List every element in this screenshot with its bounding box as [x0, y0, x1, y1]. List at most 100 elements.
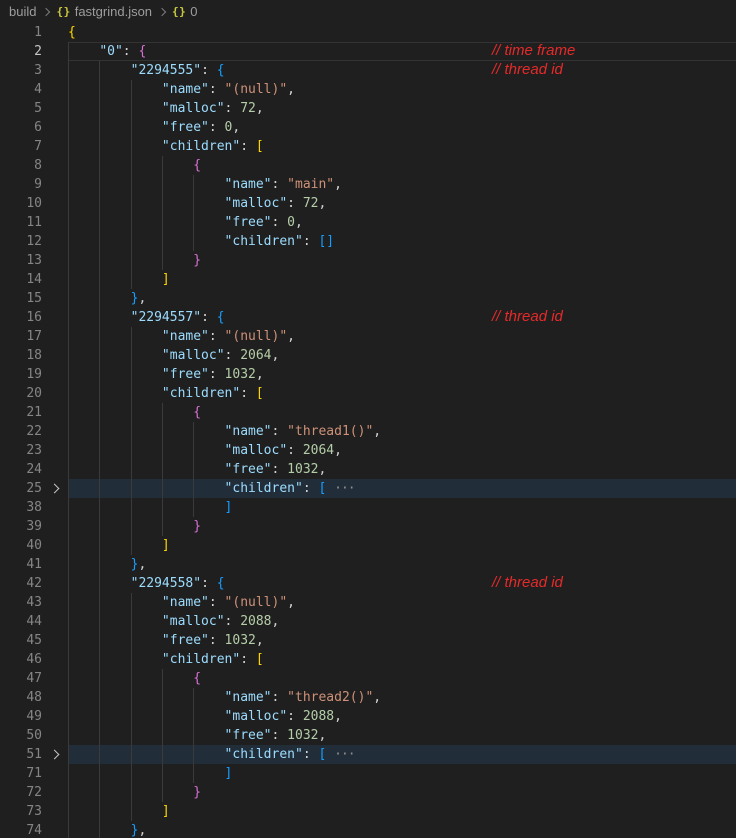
code-line[interactable]: 2 "0": {// time frame — [0, 42, 736, 61]
code-line[interactable]: 10 "malloc": 72, — [0, 194, 736, 213]
line-content[interactable]: "malloc": 2088, — [68, 612, 736, 631]
line-content[interactable]: "free": 0, — [68, 213, 736, 232]
line-content[interactable]: "free": 1032, — [68, 631, 736, 650]
line-number[interactable]: 23 — [0, 441, 42, 460]
line-content[interactable]: ] — [68, 498, 736, 517]
line-number[interactable]: 24 — [0, 460, 42, 479]
line-content[interactable]: "0": {// time frame — [68, 42, 736, 61]
code-line[interactable]: 15 }, — [0, 289, 736, 308]
line-content[interactable]: ] — [68, 764, 736, 783]
line-number[interactable]: 49 — [0, 707, 42, 726]
line-number[interactable]: 21 — [0, 403, 42, 422]
line-number[interactable]: 4 — [0, 80, 42, 99]
code-line[interactable]: 47 { — [0, 669, 736, 688]
line-number[interactable]: 11 — [0, 213, 42, 232]
code-line[interactable]: 41 }, — [0, 555, 736, 574]
code-line[interactable]: 43 "name": "(null)", — [0, 593, 736, 612]
line-number[interactable]: 1 — [0, 23, 42, 42]
line-number[interactable]: 14 — [0, 270, 42, 289]
line-content[interactable]: "malloc": 2064, — [68, 346, 736, 365]
breadcrumb-item-folder[interactable]: build — [9, 4, 36, 19]
code-line[interactable]: 1{ — [0, 23, 736, 42]
line-content[interactable]: "name": "thread1()", — [68, 422, 736, 441]
code-line[interactable]: 50 "free": 1032, — [0, 726, 736, 745]
line-number[interactable]: 40 — [0, 536, 42, 555]
code-line[interactable]: 17 "name": "(null)", — [0, 327, 736, 346]
line-number[interactable]: 15 — [0, 289, 42, 308]
line-number[interactable]: 17 — [0, 327, 42, 346]
line-number[interactable]: 73 — [0, 802, 42, 821]
line-number[interactable]: 39 — [0, 517, 42, 536]
code-line[interactable]: 22 "name": "thread1()", — [0, 422, 736, 441]
code-line[interactable]: 8 { — [0, 156, 736, 175]
line-content[interactable]: "free": 1032, — [68, 365, 736, 384]
code-line[interactable]: 48 "name": "thread2()", — [0, 688, 736, 707]
line-number[interactable]: 44 — [0, 612, 42, 631]
line-content[interactable]: "children": [] — [68, 232, 736, 251]
folded-region-ellipsis[interactable]: ··· — [334, 747, 356, 762]
folded-region-ellipsis[interactable]: ··· — [334, 481, 356, 496]
code-line[interactable]: 4 "name": "(null)", — [0, 80, 736, 99]
code-line[interactable]: 74 }, — [0, 821, 736, 838]
line-number[interactable]: 18 — [0, 346, 42, 365]
line-content[interactable]: "free": 0, — [68, 118, 736, 137]
line-content[interactable]: { — [68, 23, 736, 42]
line-number[interactable]: 2 — [0, 42, 42, 61]
line-number[interactable]: 13 — [0, 251, 42, 270]
code-line[interactable]: 39 } — [0, 517, 736, 536]
line-content[interactable]: { — [68, 156, 736, 175]
line-content[interactable]: "malloc": 72, — [68, 194, 736, 213]
line-content[interactable]: "children": [ ··· — [68, 479, 736, 498]
code-line[interactable]: 44 "malloc": 2088, — [0, 612, 736, 631]
line-number[interactable]: 16 — [0, 308, 42, 327]
line-content[interactable]: "2294557": {// thread id — [68, 308, 736, 327]
line-number[interactable]: 20 — [0, 384, 42, 403]
fold-cell[interactable] — [42, 745, 68, 764]
line-content[interactable]: "free": 1032, — [68, 726, 736, 745]
line-content[interactable]: "malloc": 72, — [68, 99, 736, 118]
code-line[interactable]: 42 "2294558": {// thread id — [0, 574, 736, 593]
code-line[interactable]: 18 "malloc": 2064, — [0, 346, 736, 365]
line-content[interactable]: "malloc": 2064, — [68, 441, 736, 460]
line-content[interactable]: "2294555": {// thread id — [68, 61, 736, 80]
code-line[interactable]: 12 "children": [] — [0, 232, 736, 251]
line-content[interactable]: }, — [68, 555, 736, 574]
fold-cell[interactable] — [42, 479, 68, 498]
code-line[interactable]: 24 "free": 1032, — [0, 460, 736, 479]
line-content[interactable]: }, — [68, 289, 736, 308]
code-line[interactable]: 25 "children": [ ··· — [0, 479, 736, 498]
code-line[interactable]: 45 "free": 1032, — [0, 631, 736, 650]
line-number[interactable]: 25 — [0, 479, 42, 498]
line-number[interactable]: 51 — [0, 745, 42, 764]
code-line[interactable]: 3 "2294555": {// thread id — [0, 61, 736, 80]
line-number[interactable]: 42 — [0, 574, 42, 593]
line-number[interactable]: 22 — [0, 422, 42, 441]
line-number[interactable]: 9 — [0, 175, 42, 194]
line-number[interactable]: 46 — [0, 650, 42, 669]
line-content[interactable]: "free": 1032, — [68, 460, 736, 479]
code-line[interactable]: 16 "2294557": {// thread id — [0, 308, 736, 327]
line-content[interactable]: "2294558": {// thread id — [68, 574, 736, 593]
line-content[interactable]: { — [68, 403, 736, 422]
line-content[interactable]: "children": [ ··· — [68, 745, 736, 764]
line-number[interactable]: 47 — [0, 669, 42, 688]
line-number[interactable]: 7 — [0, 137, 42, 156]
line-content[interactable]: ] — [68, 270, 736, 289]
code-line[interactable]: 14 ] — [0, 270, 736, 289]
code-line[interactable]: 6 "free": 0, — [0, 118, 736, 137]
line-number[interactable]: 6 — [0, 118, 42, 137]
line-number[interactable]: 38 — [0, 498, 42, 517]
code-line[interactable]: 23 "malloc": 2064, — [0, 441, 736, 460]
line-content[interactable]: { — [68, 669, 736, 688]
code-line[interactable]: 11 "free": 0, — [0, 213, 736, 232]
line-content[interactable]: }, — [68, 821, 736, 838]
code-line[interactable]: 71 ] — [0, 764, 736, 783]
line-content[interactable]: ] — [68, 802, 736, 821]
line-content[interactable]: } — [68, 517, 736, 536]
code-line[interactable]: 13 } — [0, 251, 736, 270]
line-content[interactable]: "name": "(null)", — [68, 80, 736, 99]
code-line[interactable]: 46 "children": [ — [0, 650, 736, 669]
line-number[interactable]: 48 — [0, 688, 42, 707]
code-line[interactable]: 51 "children": [ ··· — [0, 745, 736, 764]
fold-chevron-icon[interactable] — [49, 749, 59, 760]
